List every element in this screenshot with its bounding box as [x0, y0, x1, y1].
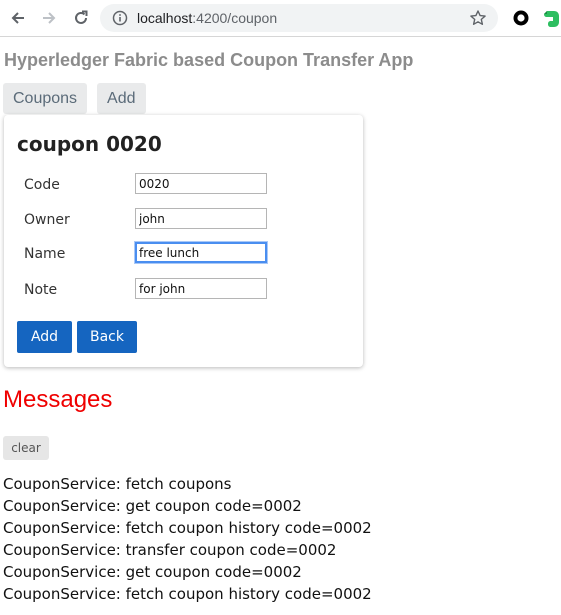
address-bar[interactable]: localhost:4200/coupon — [100, 4, 498, 32]
code-row: Code — [24, 173, 354, 197]
message-item: CouponService: fetch coupon history code… — [3, 519, 372, 537]
owner-label: Owner — [24, 212, 70, 228]
nav-add-link[interactable]: Add — [97, 83, 146, 114]
extension-ring-icon[interactable] — [512, 9, 530, 27]
code-input[interactable] — [135, 173, 267, 194]
name-label: Name — [24, 246, 66, 262]
reload-icon[interactable] — [70, 7, 92, 29]
url-text: localhost:4200/coupon — [137, 10, 277, 26]
coupon-heading: coupon 0020 — [17, 132, 162, 156]
browser-toolbar: localhost:4200/coupon — [0, 0, 561, 37]
note-row: Note — [24, 278, 354, 302]
messages-heading: Messages — [3, 386, 113, 413]
url-path: :4200/coupon — [192, 10, 278, 26]
name-input[interactable] — [135, 242, 267, 263]
clear-button[interactable]: clear — [3, 436, 49, 460]
name-row: Name — [24, 242, 354, 266]
evernote-icon[interactable] — [543, 8, 561, 28]
message-item: CouponService: transfer coupon code=0002 — [3, 541, 337, 559]
site-info-icon[interactable] — [112, 10, 128, 31]
nav-coupons-link[interactable]: Coupons — [3, 83, 88, 114]
code-label: Code — [24, 177, 60, 193]
owner-input[interactable] — [135, 208, 267, 229]
note-label: Note — [24, 282, 58, 298]
back-arrow-icon[interactable] — [7, 7, 29, 29]
back-button[interactable]: Back — [77, 321, 137, 353]
bookmark-star-icon[interactable] — [469, 9, 487, 32]
message-item: CouponService: get coupon code=0002 — [3, 563, 302, 581]
message-item: CouponService: fetch coupon history code… — [3, 585, 372, 603]
message-item: CouponService: get coupon code=0002 — [3, 497, 302, 515]
message-list: CouponService: fetch coupons CouponServi… — [3, 473, 372, 605]
message-item: CouponService: fetch coupons — [3, 475, 232, 493]
app-title: Hyperledger Fabric based Coupon Transfer… — [4, 50, 414, 70]
owner-row: Owner — [24, 208, 354, 232]
coupon-card: coupon 0020 Code Owner Name Note Add Bac… — [4, 115, 363, 367]
url-host: localhost — [137, 10, 193, 26]
note-input[interactable] — [135, 278, 267, 299]
main-nav: Coupons Add — [3, 83, 156, 114]
forward-arrow-icon[interactable] — [38, 7, 60, 29]
add-button[interactable]: Add — [17, 321, 72, 353]
